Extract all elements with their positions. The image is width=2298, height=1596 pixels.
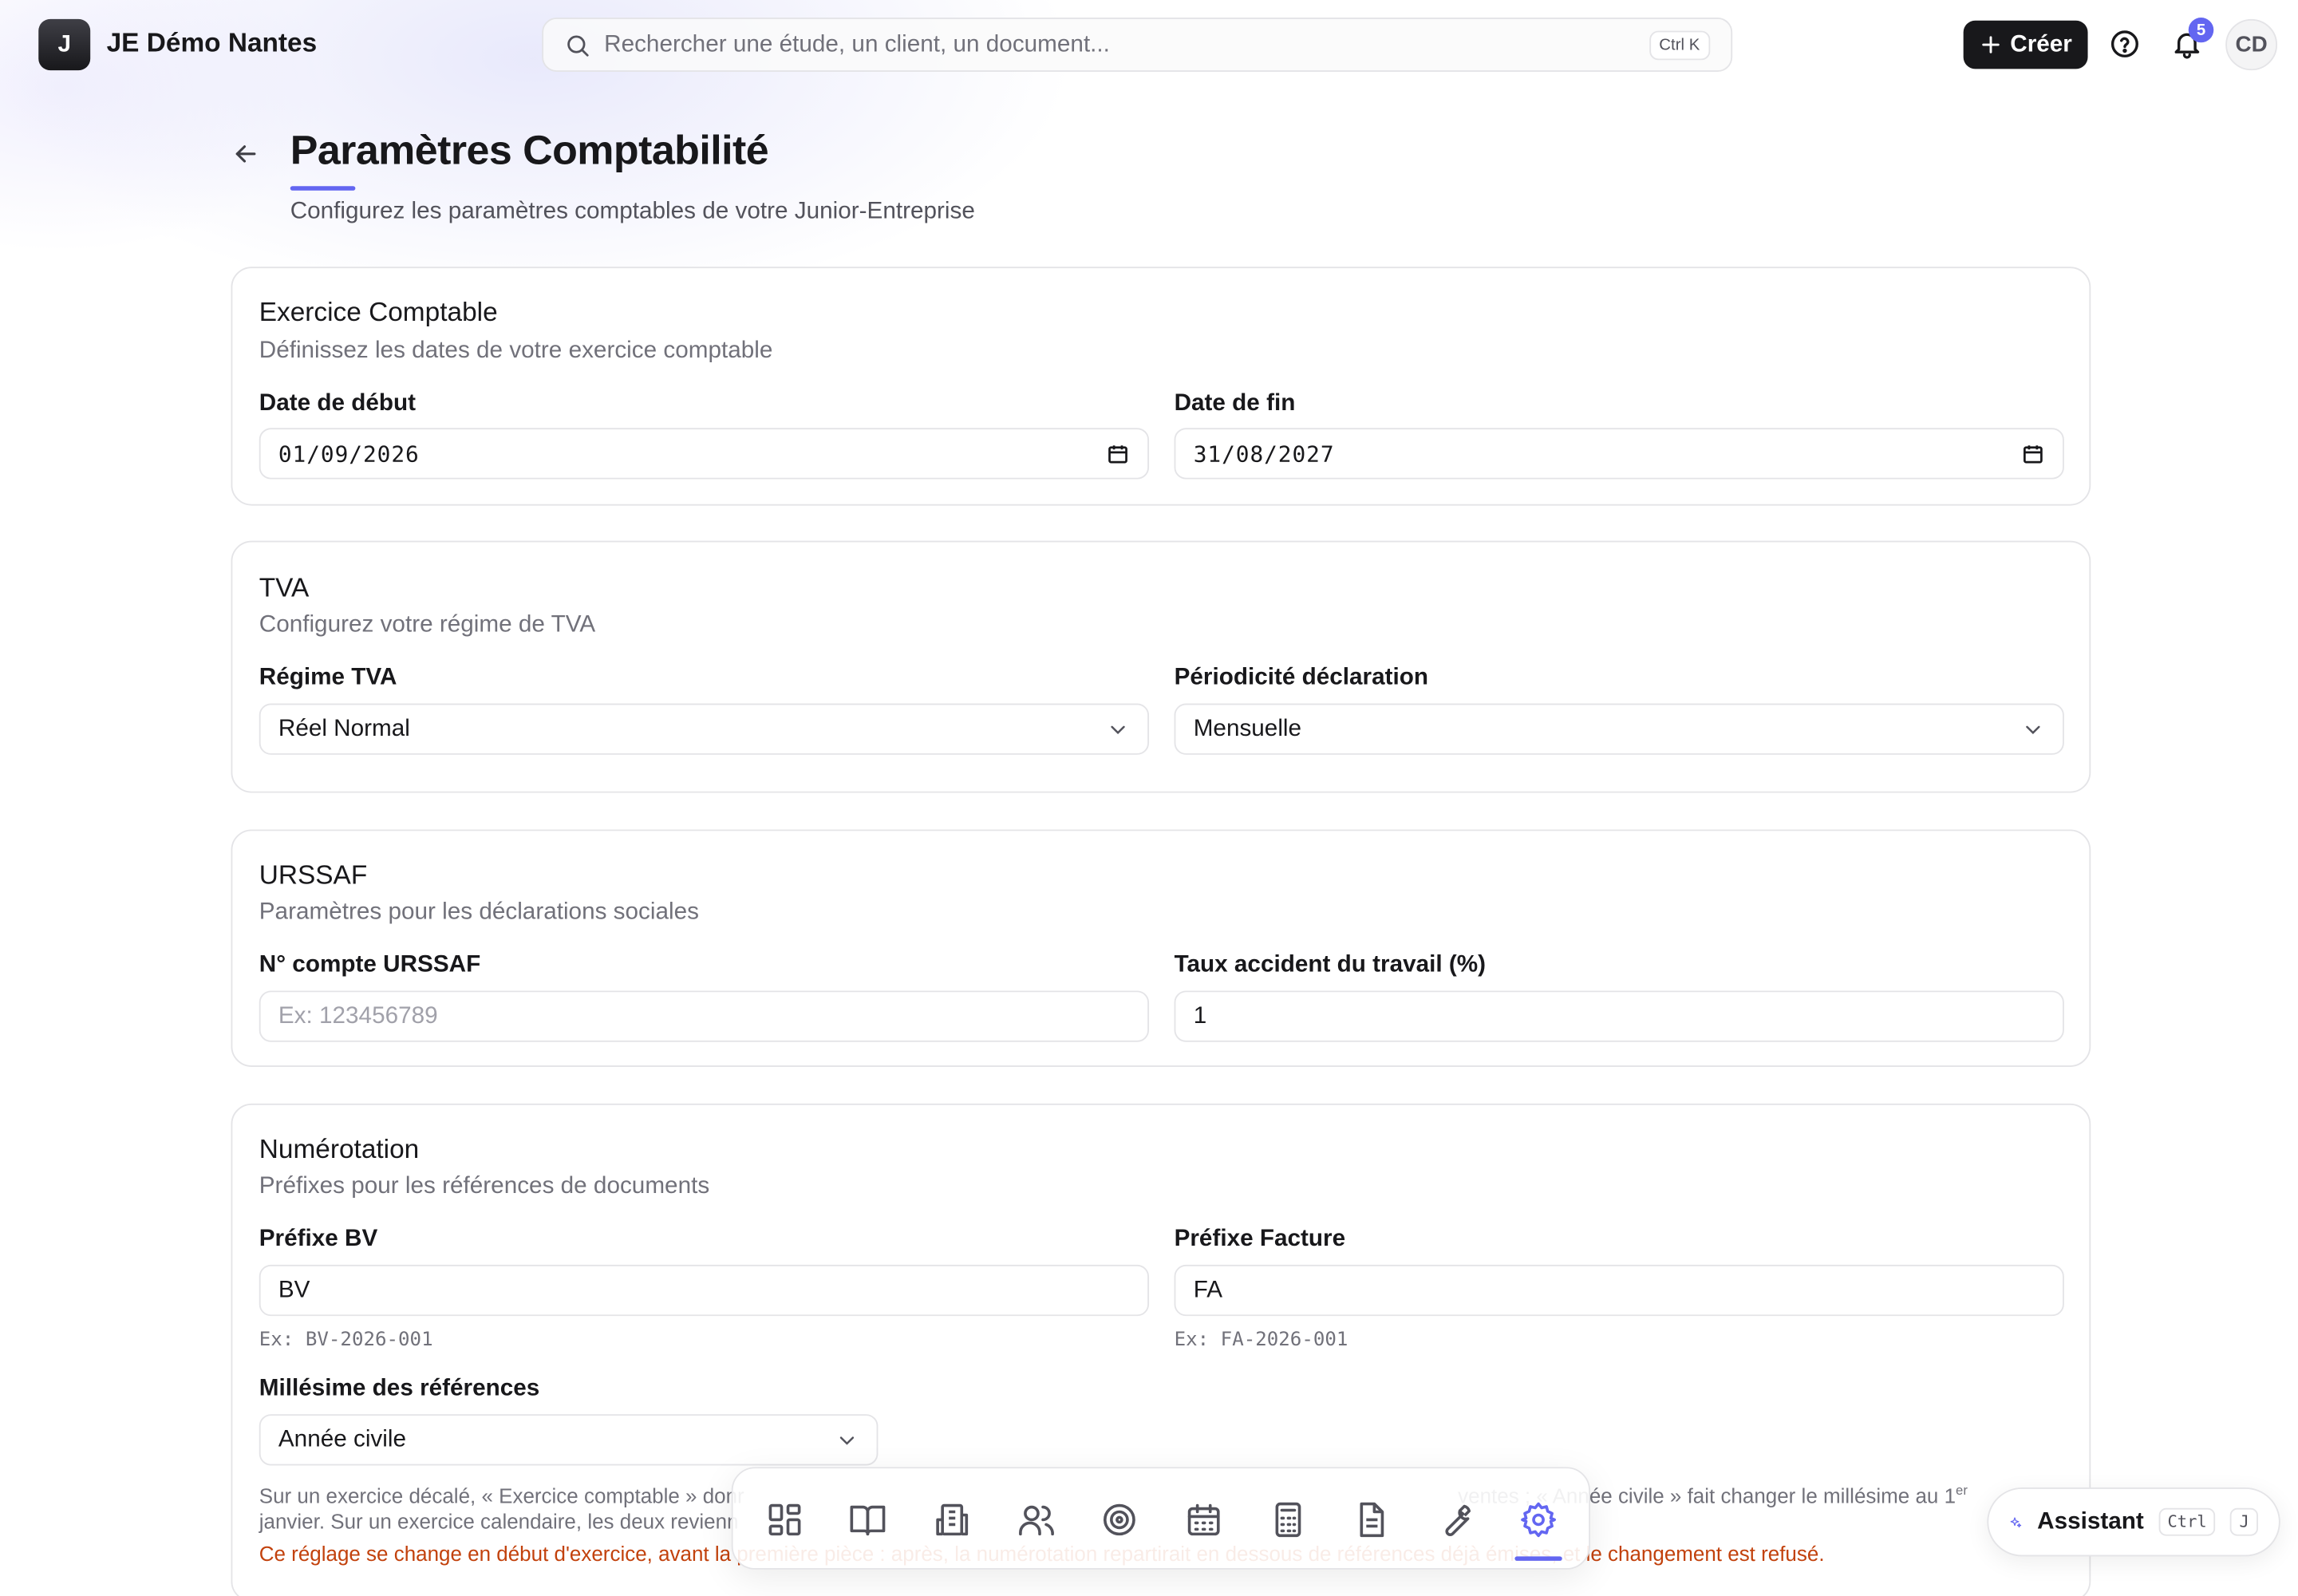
millesime-note-part1: Sur un exercice décalé, « Exercice compt…: [259, 1483, 744, 1508]
notification-badge: 5: [2188, 18, 2214, 43]
tva-title: TVA: [259, 573, 310, 602]
assistant-key-j: J: [2230, 1507, 2258, 1536]
millesime-label: Millésime des références: [259, 1376, 540, 1401]
create-button-label: Créer: [2010, 31, 2072, 57]
calendar-icon[interactable]: [1185, 1501, 1223, 1539]
org-logo[interactable]: J: [38, 18, 91, 71]
invoice-prefix-label: Préfixe Facture: [1174, 1227, 1346, 1252]
org-logo-letter: J: [57, 31, 71, 57]
urssaf-account-label: N° compte URSSAF: [259, 952, 481, 978]
millesime-note-line2: janvier. Sur un exercice calendaire, les…: [259, 1508, 739, 1533]
urssaf-account-placeholder: Ex: 123456789: [278, 1003, 438, 1029]
create-button[interactable]: Créer: [1963, 20, 2088, 69]
title-underline: [290, 186, 356, 191]
bottom-dock: [731, 1467, 1591, 1570]
end-date-value: 31/08/2027: [1193, 440, 1335, 467]
assistant-label: Assistant: [2037, 1508, 2144, 1534]
chevron-down-icon: [839, 1436, 855, 1444]
book-icon[interactable]: [848, 1501, 886, 1539]
search-bar[interactable]: Rechercher une étude, un client, un docu…: [542, 18, 1733, 72]
search-icon: [567, 34, 589, 56]
numerotation-description: Préfixes pour les références de document…: [259, 1174, 710, 1199]
millesime-value: Année civile: [278, 1426, 406, 1452]
plus-icon: [1981, 36, 1999, 53]
accident-rate-value: 1: [1193, 1003, 1207, 1029]
regime-value: Réel Normal: [278, 716, 410, 741]
accident-rate-input[interactable]: 1: [1174, 990, 2064, 1042]
dock-active-indicator: [1514, 1556, 1562, 1561]
users-icon[interactable]: [1017, 1501, 1056, 1539]
start-date-value: 01/09/2026: [278, 440, 420, 467]
periodicity-label: Périodicité déclaration: [1174, 665, 1429, 690]
settings-icon[interactable]: [1519, 1501, 1558, 1539]
tva-card: TVA Configurez votre régime de TVA Régim…: [231, 540, 2091, 793]
urssaf-card: URSSAF Paramètres pour les déclarations …: [231, 829, 2091, 1067]
periodicity-value: Mensuelle: [1193, 716, 1302, 741]
urssaf-title: URSSAF: [259, 860, 368, 890]
app-root: J JE Démo Nantes Rechercher une étude, u…: [0, 0, 2298, 1596]
search-shortcut: Ctrl K: [1648, 30, 1711, 60]
search-input[interactable]: Rechercher une étude, un client, un docu…: [604, 31, 1648, 57]
regime-label: Régime TVA: [259, 665, 397, 690]
urssaf-account-input[interactable]: Ex: 123456789: [259, 990, 1150, 1042]
calculator-icon[interactable]: [1269, 1501, 1307, 1539]
target-icon[interactable]: [1100, 1501, 1139, 1539]
assistant-button[interactable]: Assistant Ctrl J: [1987, 1487, 2280, 1557]
bv-prefix-hint: Ex: BV-2026-001: [259, 1329, 433, 1352]
exercice-description: Définissez les dates de votre exercice c…: [259, 338, 773, 364]
start-date-field[interactable]: 01/09/2026: [259, 428, 1150, 480]
sparkle-icon: [2010, 1516, 2022, 1527]
millesime-select[interactable]: Année civile: [259, 1414, 879, 1466]
bv-prefix-value: BV: [278, 1277, 310, 1302]
back-arrow-icon[interactable]: [231, 139, 260, 168]
dashboard-icon[interactable]: [765, 1501, 804, 1539]
end-date-field[interactable]: 31/08/2027: [1174, 428, 2064, 480]
chevron-down-icon: [2026, 725, 2040, 734]
building-icon[interactable]: [933, 1501, 971, 1539]
invoice-prefix-hint: Ex: FA-2026-001: [1174, 1329, 1348, 1352]
regime-select[interactable]: Réel Normal: [259, 703, 1150, 755]
tva-description: Configurez votre régime de TVA: [259, 612, 596, 638]
accident-rate-label: Taux accident du travail (%): [1174, 952, 1487, 978]
org-name[interactable]: JE Démo Nantes: [107, 28, 318, 59]
calendar-icon[interactable]: [2021, 442, 2045, 465]
page-subtitle: Configurez les paramètres comptables de …: [290, 199, 975, 224]
exercice-title: Exercice Comptable: [259, 297, 498, 327]
exercice-card: Exercice Comptable Définissez les dates …: [231, 267, 2091, 506]
periodicity-select[interactable]: Mensuelle: [1174, 703, 2064, 755]
invoice-prefix-value: FA: [1193, 1277, 1222, 1302]
start-date-label: Date de début: [259, 391, 417, 417]
avatar[interactable]: CD: [2225, 18, 2278, 71]
bv-prefix-input[interactable]: BV: [259, 1264, 1150, 1317]
help-icon[interactable]: [2109, 28, 2142, 60]
document-icon[interactable]: [1352, 1501, 1390, 1539]
end-date-label: Date de fin: [1174, 391, 1296, 417]
millesime-note-sup: er: [1956, 1483, 1968, 1498]
wrench-icon[interactable]: [1436, 1501, 1475, 1539]
invoice-prefix-input[interactable]: FA: [1174, 1264, 2064, 1317]
numerotation-title: Numérotation: [259, 1134, 420, 1164]
bv-prefix-label: Préfixe BV: [259, 1227, 378, 1252]
assistant-key-ctrl: Ctrl: [2158, 1507, 2216, 1536]
chevron-down-icon: [1111, 725, 1125, 734]
page-title: Paramètres Comptabilité: [290, 127, 769, 173]
calendar-icon[interactable]: [1106, 442, 1130, 465]
urssaf-description: Paramètres pour les déclarations sociale…: [259, 899, 699, 925]
